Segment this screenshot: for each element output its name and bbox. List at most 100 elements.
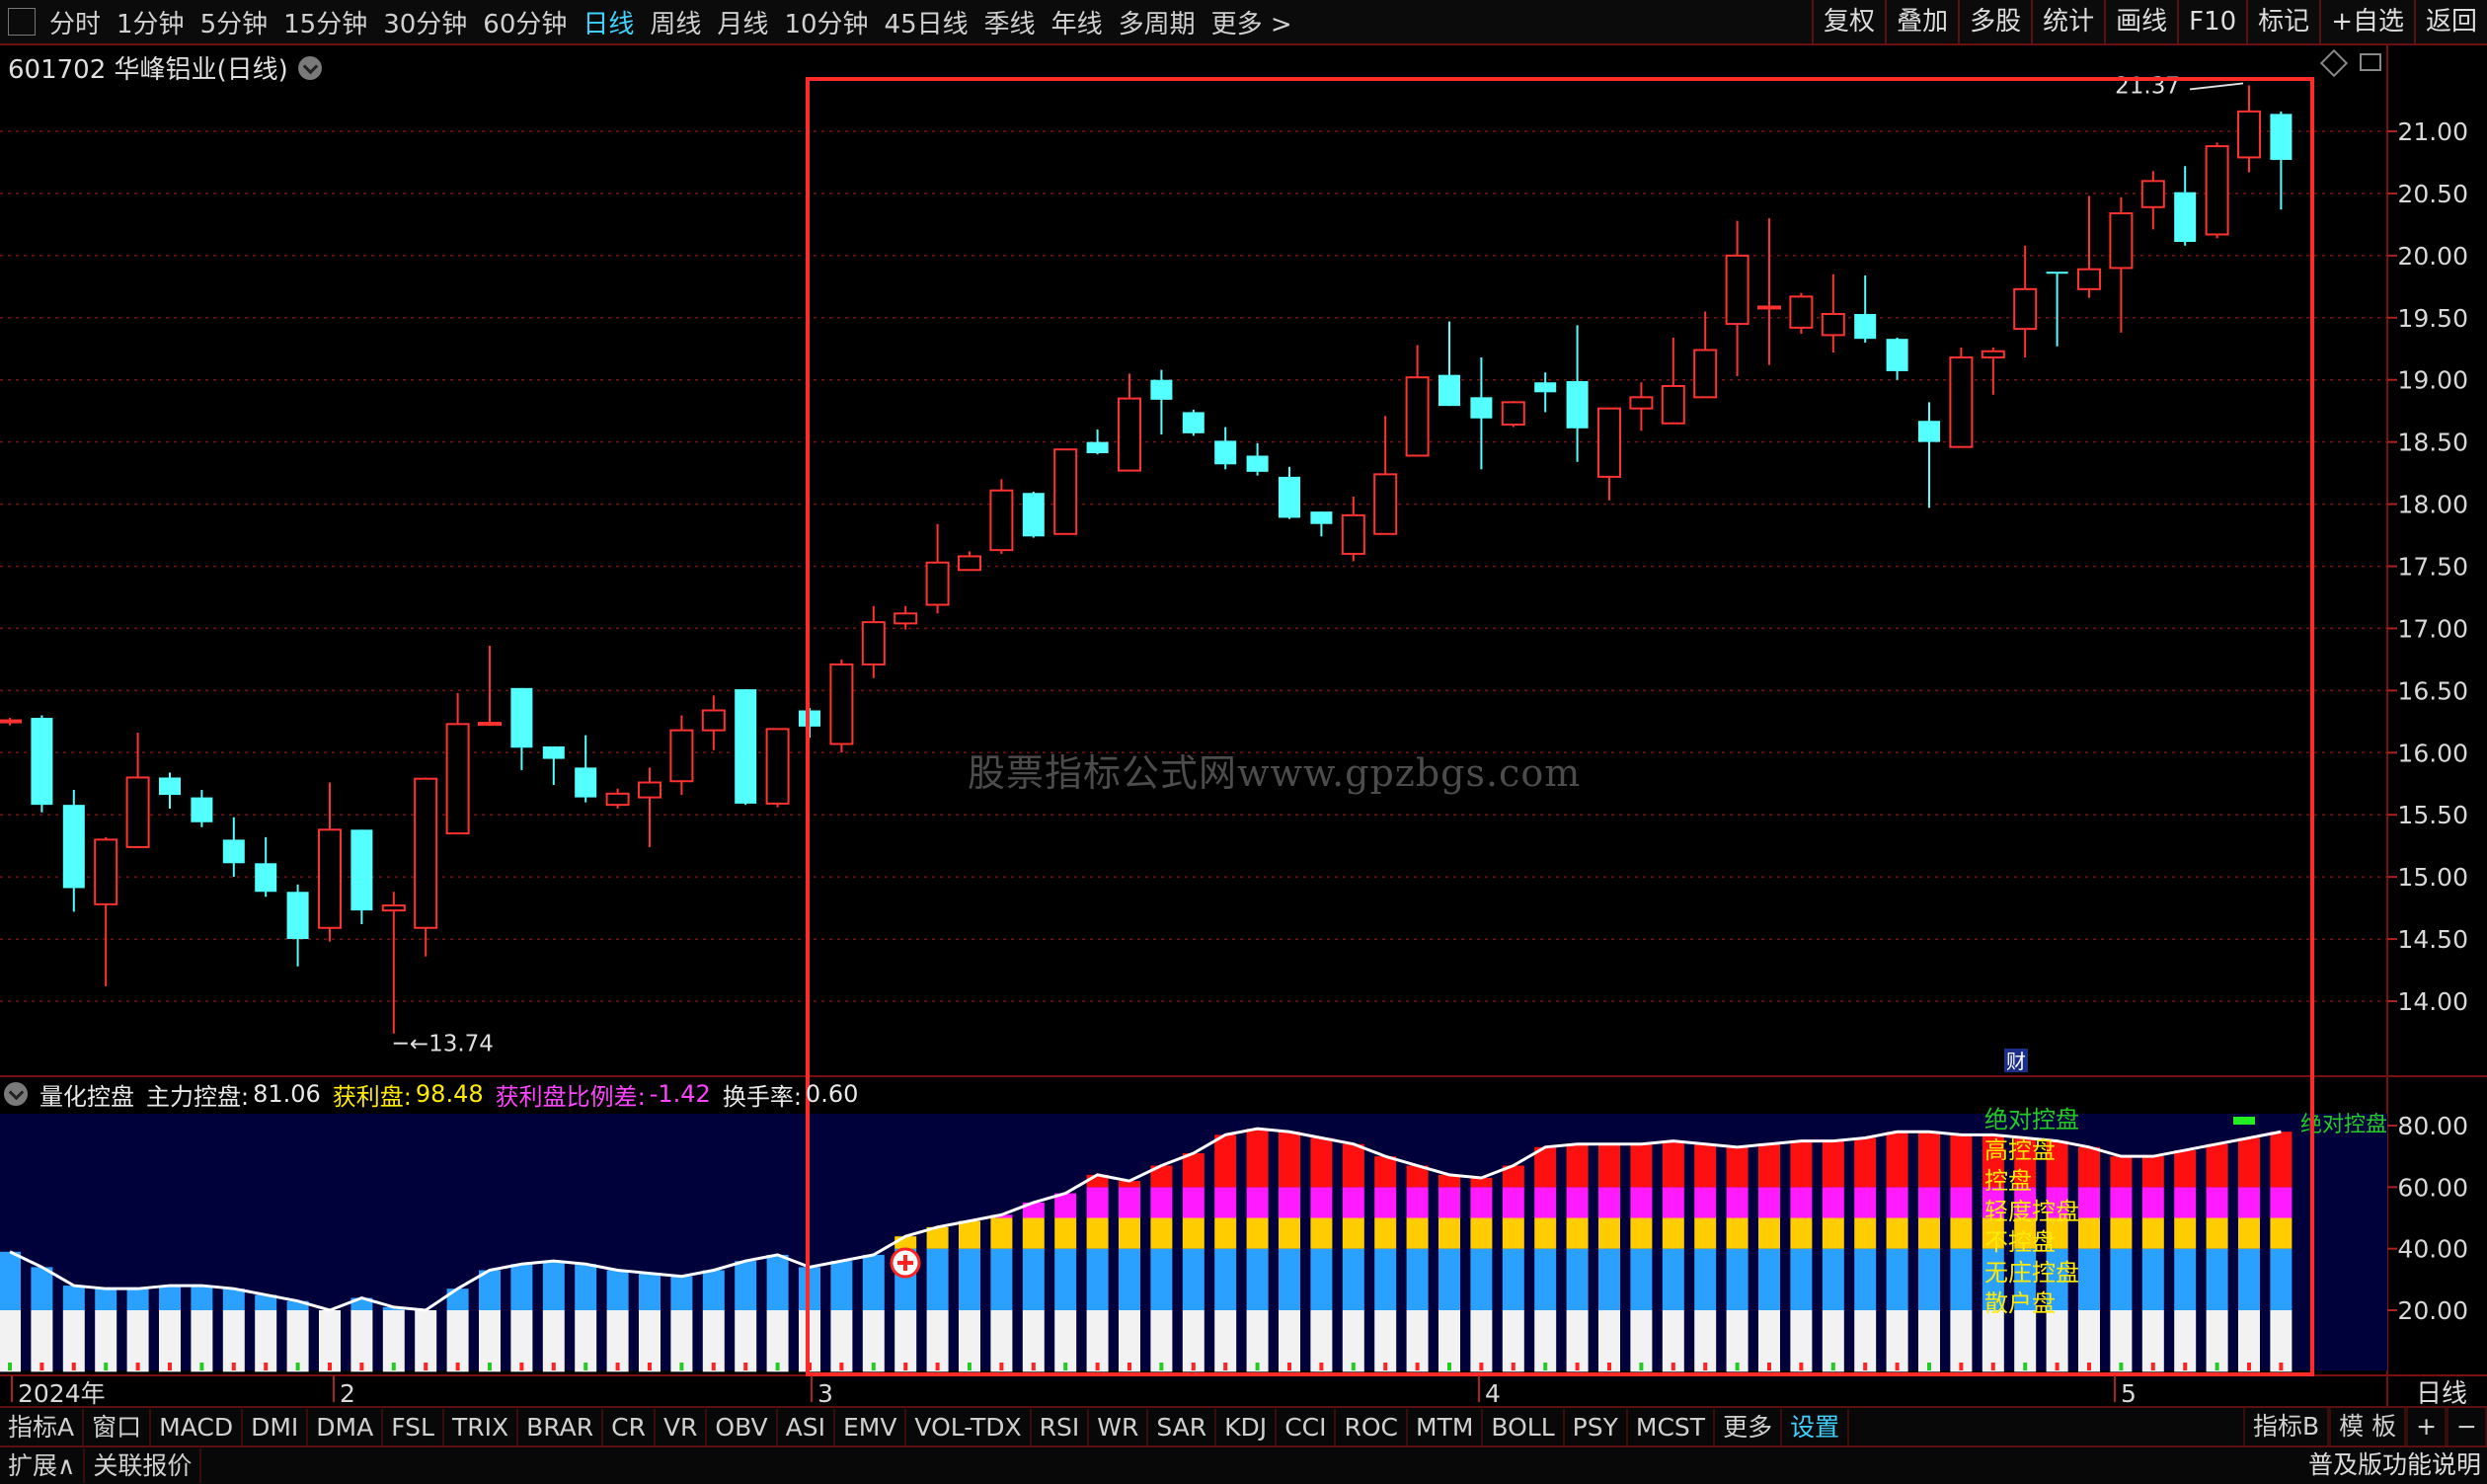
- period-label: 日线: [2415, 1379, 2467, 1409]
- control-bar-segment: [1630, 1187, 1653, 1218]
- bottom-right-button-1[interactable]: 模 板: [2329, 1408, 2407, 1445]
- indicator-tab-18[interactable]: CCI: [1277, 1409, 1337, 1446]
- control-bar-segment: [1694, 1187, 1717, 1218]
- indicator-tab-15[interactable]: WR: [1089, 1409, 1149, 1446]
- indicator-tab-5[interactable]: FSL: [383, 1409, 444, 1446]
- candle-body-up: [669, 729, 694, 783]
- candle-body-up: [1981, 350, 2005, 359]
- control-bar-segment: [1854, 1217, 1877, 1249]
- control-bar-segment: [1150, 1187, 1173, 1218]
- indicator-tab-13[interactable]: VOL-TDX: [906, 1409, 1032, 1446]
- price-label: 20.50: [2397, 180, 2468, 208]
- indicator-tab-20[interactable]: MTM: [1408, 1409, 1484, 1446]
- indicator-tab-10[interactable]: OBV: [707, 1409, 778, 1446]
- indicator-axis-label: 60.00: [2397, 1173, 2468, 1202]
- candle-body-down: [1854, 314, 1877, 340]
- indicator-tab-23[interactable]: MCST: [1628, 1409, 1716, 1446]
- expand-button[interactable]: 扩展∧: [0, 1448, 86, 1483]
- control-bar-segment: [2238, 1248, 2260, 1310]
- indicator-tab-19[interactable]: ROC: [1336, 1409, 1408, 1446]
- base-mark: [168, 1363, 172, 1370]
- control-bar-segment: [1374, 1217, 1397, 1249]
- indicator-tab-3[interactable]: DMI: [243, 1409, 309, 1446]
- indicator-tab-24[interactable]: 更多: [1715, 1409, 1783, 1446]
- indicator-tab-4[interactable]: DMA: [308, 1409, 384, 1446]
- candle-body-up: [765, 728, 790, 805]
- kline-chart[interactable]: 21.00 20.50 20.00 19.50 19.00 18.50 18.00 17.50…: [0, 0, 2487, 1406]
- indicator-tab-22[interactable]: PSY: [1565, 1409, 1628, 1446]
- candle-body-up: [1821, 313, 1845, 337]
- indicator-tab-0[interactable]: 指标A: [0, 1409, 85, 1446]
- price-label: 16.50: [2397, 676, 2468, 705]
- control-bar-segment: [1598, 1187, 1620, 1218]
- control-bar-segment: [1342, 1310, 1364, 1372]
- control-bar-segment: [1214, 1187, 1237, 1218]
- indicator-tab-11[interactable]: ASI: [778, 1409, 835, 1446]
- indicator-tab-9[interactable]: VR: [656, 1409, 708, 1446]
- control-bar-segment: [542, 1261, 565, 1310]
- base-mark: [1639, 1363, 1644, 1370]
- control-bar-segment: [1950, 1248, 1973, 1310]
- low-label: ←13.74: [410, 1032, 494, 1057]
- chevron-down-icon[interactable]: [4, 1082, 28, 1106]
- control-bar-segment: [1246, 1310, 1269, 1372]
- candle-body-up: [0, 719, 22, 724]
- legend-0: 绝对控盘: [1984, 1106, 2079, 1133]
- indicator-tab-6[interactable]: TRIX: [444, 1409, 519, 1446]
- indicator-tab-14[interactable]: RSI: [1032, 1409, 1090, 1446]
- indicator-tab-7[interactable]: BRAR: [518, 1409, 604, 1446]
- bottom-right-button-0[interactable]: 指标B: [2242, 1408, 2330, 1445]
- control-bar-segment: [126, 1310, 149, 1372]
- indicator-tab-16[interactable]: SAR: [1148, 1409, 1217, 1446]
- linked-quote-button[interactable]: 关联报价: [85, 1448, 202, 1483]
- control-bar-segment: [959, 1310, 980, 1372]
- price-label: 17.50: [2397, 553, 2468, 582]
- indicator-tab-1[interactable]: 窗口: [84, 1409, 152, 1446]
- control-bar-segment: [0, 1251, 21, 1310]
- indicator-tab-12[interactable]: EMV: [835, 1409, 907, 1446]
- candle-body-down: [1214, 440, 1237, 465]
- control-bar-segment: [2110, 1156, 2133, 1188]
- control-bar-segment: [1086, 1310, 1109, 1372]
- control-bar-segment: [2270, 1310, 2293, 1372]
- control-bar-segment: [1406, 1187, 1429, 1218]
- control-bar-segment: [766, 1254, 789, 1310]
- candle-body-up: [445, 723, 470, 835]
- base-mark: [1223, 1363, 1228, 1370]
- control-bar-segment: [1918, 1310, 1940, 1372]
- candle-body-down: [1279, 476, 1300, 518]
- control-bar-segment: [1438, 1217, 1460, 1249]
- control-bar-segment: [1758, 1217, 1780, 1249]
- base-mark: [2150, 1363, 2155, 1370]
- control-bar-segment: [1214, 1134, 1237, 1188]
- indicator-tab-21[interactable]: BOLL: [1483, 1409, 1565, 1446]
- base-mark: [1063, 1363, 1068, 1370]
- control-bar-segment: [735, 1261, 757, 1310]
- indicator-tab-8[interactable]: CR: [603, 1409, 656, 1446]
- base-mark: [968, 1363, 971, 1370]
- control-bar-segment: [1214, 1248, 1237, 1310]
- control-bar-segment: [1054, 1217, 1077, 1249]
- base-mark: [1959, 1363, 1964, 1370]
- base-mark: [2023, 1363, 2028, 1370]
- indicator-tab-2[interactable]: MACD: [151, 1409, 244, 1446]
- control-bar-segment: [1726, 1310, 1749, 1372]
- control-bar-segment: [1950, 1310, 1973, 1372]
- legend-2: 控盘: [1984, 1167, 2032, 1195]
- base-mark: [1607, 1363, 1611, 1370]
- control-bar-segment: [1790, 1140, 1813, 1188]
- indicator-tab-25[interactable]: 设置: [1782, 1409, 1850, 1446]
- bottom-right-button-3[interactable]: −: [2447, 1408, 2487, 1445]
- control-bar-segment: [2206, 1143, 2228, 1188]
- control-bar-segment: [1310, 1187, 1333, 1218]
- help-link[interactable]: 普及版功能说明: [2308, 1447, 2481, 1482]
- control-bar-segment: [1598, 1143, 1620, 1188]
- candle-body-down: [255, 863, 277, 893]
- control-bar-segment: [1182, 1310, 1205, 1372]
- control-bar-segment: [1822, 1140, 1844, 1188]
- bottom-right-button-2[interactable]: +: [2406, 1408, 2448, 1445]
- control-bar-segment: [959, 1248, 980, 1310]
- control-bar-segment: [191, 1310, 213, 1372]
- control-bar-segment: [1502, 1310, 1524, 1372]
- indicator-tab-17[interactable]: KDJ: [1216, 1409, 1278, 1446]
